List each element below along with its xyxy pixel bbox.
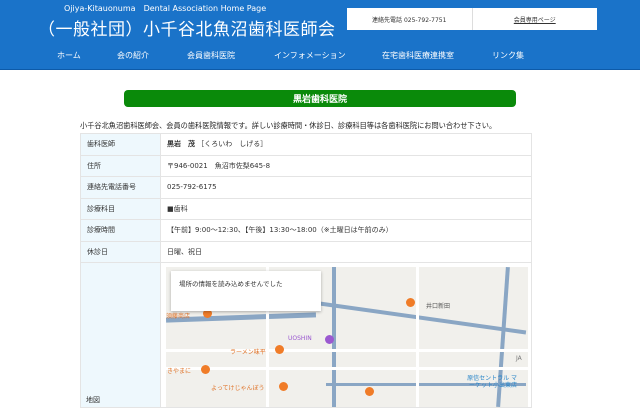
intro-text: 小千谷北魚沼歯科医師会、会員の歯科医院情報です。詳しい診療時間・休診日、診療科目…: [80, 121, 497, 130]
row-label: 診療時間: [80, 219, 161, 242]
row-label: 連絡先電話番号: [80, 176, 161, 199]
nav-home[interactable]: ホーム: [57, 50, 81, 61]
row-label: 診療科目: [80, 197, 161, 220]
header-contact-box: 連絡先電話 025-792-7751 会員専用ページ: [347, 8, 597, 30]
map-label: 井口新田: [426, 303, 451, 310]
map-label: ラーメン味平: [230, 349, 266, 356]
embedded-map[interactable]: 須藤商店 井口新田 UOSHIN ラーメン味平 きやまに よってけじゃんぼう 原…: [166, 267, 528, 407]
dentist-reading: ［くろいわ しげる］: [197, 140, 268, 149]
row-label: 地図: [80, 262, 161, 408]
table-row: 住所 〒946-0021 魚沼市佐梨645-8: [80, 154, 532, 177]
map-label: JA: [516, 355, 522, 362]
table-row: 連絡先電話番号 025-792-6175: [80, 176, 532, 199]
address-value: 〒946-0021 魚沼市佐梨645-8: [160, 154, 532, 177]
row-label: 休診日: [80, 240, 161, 263]
map-label: よってけじゃんぼう: [211, 385, 265, 392]
page-title: 黒岩歯科医院: [124, 90, 516, 107]
site-header: Ojiya-Kitauonuma Dental Association Home…: [0, 0, 640, 70]
map-label: UOSHIN: [288, 335, 312, 342]
map-error-message: 場所の情報を読み込めませんでした: [171, 271, 321, 311]
closed-days-value: 日曜、祝日: [160, 240, 532, 263]
dentist-name: 黒岩 茂: [167, 140, 195, 149]
row-label: 歯科医師: [80, 133, 161, 156]
department-value: ■歯科: [160, 197, 532, 220]
row-label: 住所: [80, 154, 161, 177]
nav-information[interactable]: インフォメーション: [274, 50, 346, 61]
map-label: きやまに: [167, 368, 192, 375]
phone-value: 025-792-6175: [160, 176, 532, 199]
site-subtitle: Ojiya-Kitauonuma Dental Association Home…: [64, 4, 267, 13]
contact-phone: 連絡先電話 025-792-7751: [372, 16, 447, 24]
map-label: 原信セントラル マーケット小出東店: [467, 375, 517, 389]
table-row: 診療科目 ■歯科: [80, 197, 532, 220]
hours-value: 【午前】9:00～12:30、【午後】13:30～18:00（※土曜日は午前のみ…: [160, 219, 532, 242]
map-label: 須藤商店: [166, 313, 191, 320]
table-row: 診療時間 【午前】9:00～12:30、【午後】13:30～18:00（※土曜日は…: [80, 219, 532, 242]
nav-links[interactable]: リンク集: [492, 50, 524, 61]
nav-about[interactable]: 会の紹介: [117, 50, 149, 61]
table-row: 歯科医師 黒岩 茂 ［くろいわ しげる］: [80, 133, 532, 156]
nav-member-clinics[interactable]: 会員歯科医院: [187, 50, 235, 61]
site-title[interactable]: （一般社団）小千谷北魚沼歯科医師会: [38, 15, 336, 40]
table-row: 地図 須藤商店 井口新田 UOSHIN ラーメン味平 きやまに よってけじゃんぼ…: [80, 262, 532, 408]
table-row: 休診日 日曜、祝日: [80, 240, 532, 263]
members-page-link[interactable]: 会員専用ページ: [471, 8, 598, 30]
nav-home-care[interactable]: 在宅歯科医療連携室: [382, 50, 454, 61]
clinic-info-table: 歯科医師 黒岩 茂 ［くろいわ しげる］ 住所 〒946-0021 魚沼市佐梨645…: [80, 133, 532, 408]
